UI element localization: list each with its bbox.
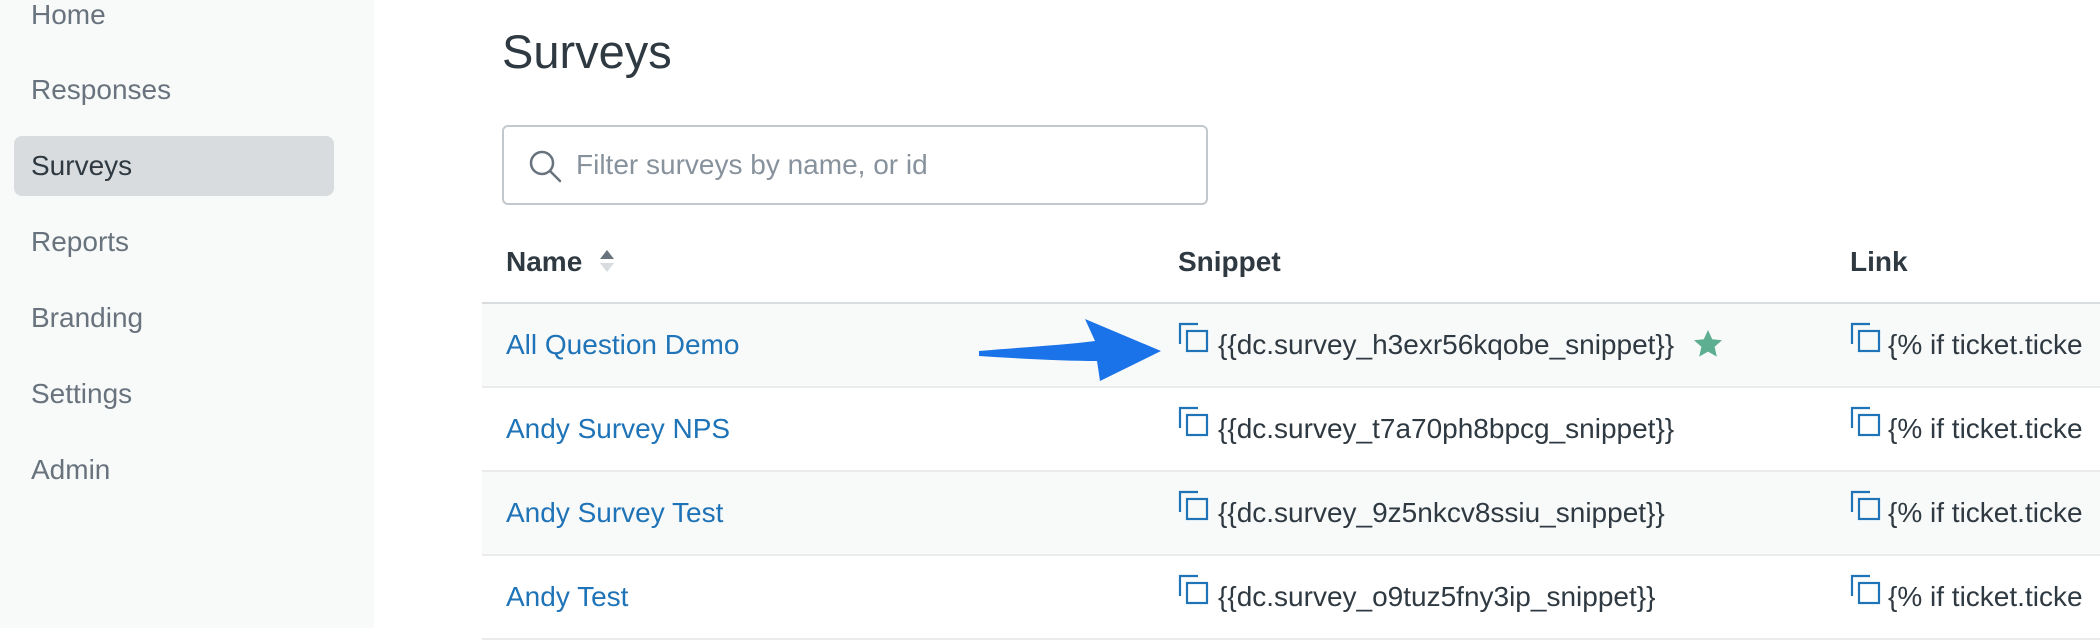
copy-snippet-icon[interactable] <box>1176 572 1212 608</box>
survey-name-link[interactable]: All Question Demo <box>506 329 739 360</box>
surveys-table: Name Snippet Link All Question Demo {{dc… <box>482 224 2100 640</box>
table-row: Andy Survey NPS {{dc.survey_t7a70ph8bpcg… <box>482 388 2100 472</box>
copy-link-icon[interactable] <box>1848 404 1884 440</box>
copy-link-icon[interactable] <box>1848 488 1884 524</box>
survey-name-link[interactable]: Andy Test <box>506 581 628 612</box>
copy-link-icon[interactable] <box>1848 320 1884 356</box>
copy-link-icon[interactable] <box>1848 572 1884 608</box>
annotation-arrow-icon <box>979 319 1161 381</box>
sidebar-item-reports[interactable]: Reports <box>14 212 334 272</box>
sidebar-item-admin[interactable]: Admin <box>14 440 334 500</box>
table-row: Andy Test {{dc.survey_o9tuz5fny3ip_snipp… <box>482 556 2100 640</box>
table-row: All Question Demo {{dc.survey_h3exr56kqo… <box>482 304 2100 388</box>
sidebar-item-home[interactable]: Home <box>14 0 334 45</box>
link-code: {% if ticket.ticke <box>1888 413 2083 444</box>
search-icon <box>529 150 562 183</box>
search-box[interactable] <box>502 125 1208 205</box>
sidebar-item-branding[interactable]: Branding <box>14 288 334 348</box>
search-input[interactable] <box>576 127 1186 203</box>
copy-snippet-icon[interactable] <box>1176 488 1212 524</box>
link-code: {% if ticket.ticke <box>1888 497 2083 528</box>
sidebar: Home Responses Surveys Reports Branding … <box>0 0 374 628</box>
sidebar-item-settings[interactable]: Settings <box>14 364 334 424</box>
snippet-code: {{dc.survey_9z5nkcv8ssiu_snippet}} <box>1218 497 1665 528</box>
snippet-code: {{dc.survey_t7a70ph8bpcg_snippet}} <box>1218 413 1675 444</box>
link-code: {% if ticket.ticke <box>1888 329 2083 360</box>
copy-snippet-icon[interactable] <box>1176 320 1212 356</box>
column-header-label: Name <box>506 246 583 277</box>
survey-name-link[interactable]: Andy Survey NPS <box>506 413 730 444</box>
star-icon[interactable] <box>1692 328 1724 360</box>
table-header: Name Snippet Link <box>482 224 2100 304</box>
column-header-snippet: Snippet <box>1178 246 1281 277</box>
column-header-name[interactable]: Name <box>506 224 616 300</box>
copy-snippet-icon[interactable] <box>1176 404 1212 440</box>
sidebar-item-surveys[interactable]: Surveys <box>14 136 334 196</box>
column-header-link: Link <box>1850 246 1908 277</box>
page-title: Surveys <box>502 25 672 78</box>
sidebar-item-responses[interactable]: Responses <box>14 60 334 120</box>
link-code: {% if ticket.ticke <box>1888 581 2083 612</box>
snippet-code: {{dc.survey_o9tuz5fny3ip_snippet}} <box>1218 581 1656 612</box>
table-row: Andy Survey Test {{dc.survey_9z5nkcv8ssi… <box>482 472 2100 556</box>
sort-icon[interactable] <box>598 248 616 274</box>
snippet-code: {{dc.survey_h3exr56kqobe_snippet}} <box>1218 329 1675 360</box>
survey-name-link[interactable]: Andy Survey Test <box>506 497 723 528</box>
